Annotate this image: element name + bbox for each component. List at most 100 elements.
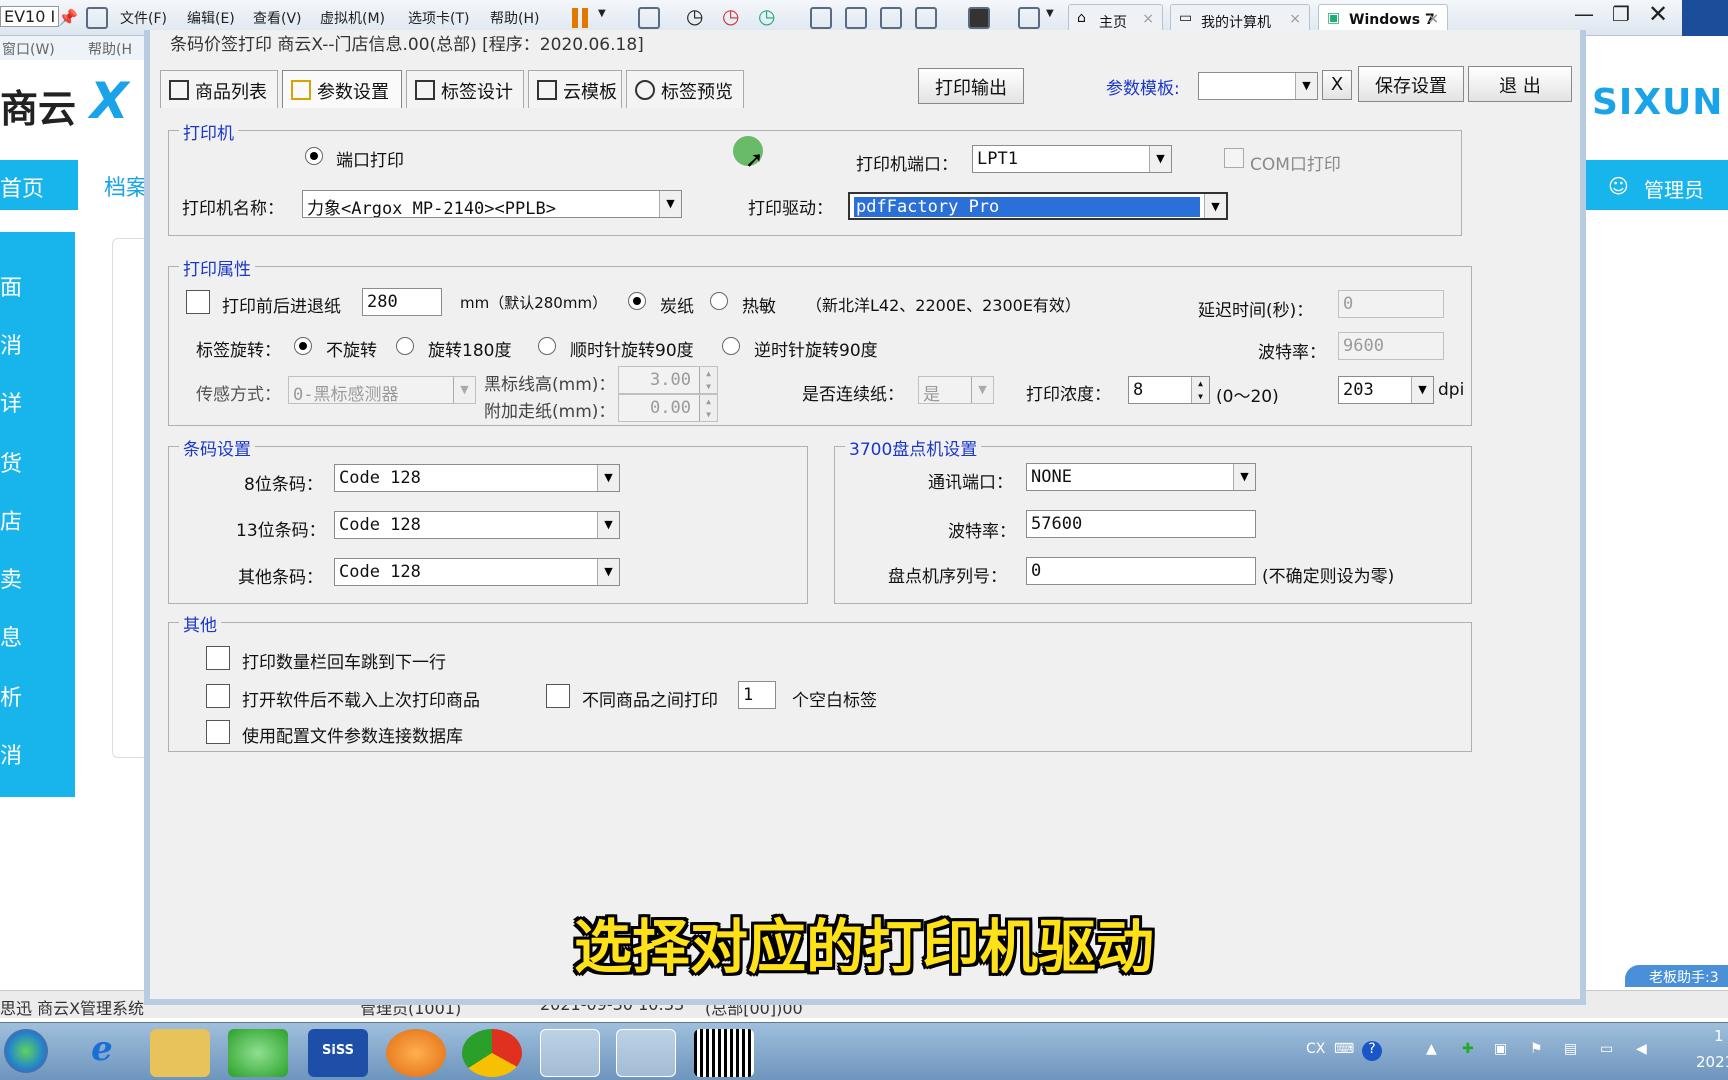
param-template-select[interactable]: ▼ (1198, 72, 1318, 100)
dpi-select[interactable]: 203 ▼ (1338, 376, 1434, 404)
chevron-down-icon[interactable]: ▼ (1411, 377, 1433, 403)
unity-icon[interactable] (915, 7, 937, 29)
sidebar-toggle-icon[interactable] (810, 7, 832, 29)
close-icon[interactable]: × (1142, 11, 1154, 27)
no-reload-checkbox[interactable] (206, 684, 230, 708)
pin-icon[interactable]: 📌 (58, 8, 78, 27)
chevron-down-icon[interactable]: ▼ (598, 8, 606, 19)
black-height-input[interactable]: 3.00 ▲ ▼ (618, 366, 718, 394)
app-orange-icon[interactable] (386, 1029, 446, 1077)
chevron-down-icon[interactable]: ▼ (971, 377, 993, 403)
print-output-button[interactable]: 打印输出 (918, 68, 1024, 104)
extra-feed-input[interactable]: 0.00 ▲ ▼ (618, 394, 718, 422)
send-keys-icon[interactable] (638, 7, 660, 29)
bg-side-item[interactable]: 详 (0, 386, 22, 418)
chevron-down-icon[interactable]: ▼ (1046, 8, 1054, 19)
spin-arrows-icon[interactable]: ▲ ▼ (1191, 377, 1209, 403)
continuous-select[interactable]: 是 ▼ (918, 376, 994, 404)
blank-label-count-input[interactable]: 1 (738, 681, 776, 709)
bg-side-item[interactable]: 卖 (0, 562, 22, 594)
bg-nav-home[interactable]: 首页 (0, 171, 44, 203)
close-icon[interactable]: × (1289, 11, 1301, 27)
bg-side-item[interactable]: 消 (0, 738, 22, 770)
menu-edit[interactable]: 编辑(E) (187, 8, 235, 28)
barcode-8-select[interactable]: Code 128 ▼ (334, 464, 620, 492)
menu-help[interactable]: 帮助(H) (490, 8, 539, 28)
chevron-down-icon[interactable]: ▼ (1204, 194, 1226, 218)
clear-template-button[interactable]: X (1322, 70, 1352, 100)
vm-window-icon[interactable] (86, 7, 108, 29)
vm-corner-button[interactable] (1682, 0, 1728, 36)
menu-file[interactable]: 文件(F) (120, 8, 167, 28)
plus-icon[interactable]: ✚ (1462, 1041, 1474, 1057)
bg-side-item[interactable]: 息 (0, 620, 22, 652)
revert-snapshot-icon[interactable]: ◷ (722, 4, 739, 28)
snapshot-icon[interactable]: ◷ (686, 4, 703, 28)
enter-next-row-checkbox[interactable] (206, 646, 230, 670)
delay-input[interactable]: 0 (1338, 290, 1444, 318)
spin-arrows-icon[interactable]: ▲ ▼ (699, 367, 717, 393)
menu-vm[interactable]: 虚拟机(M) (320, 8, 385, 28)
exit-button[interactable]: 退 出 (1468, 66, 1572, 102)
chevron-up-icon[interactable]: ▲ (1426, 1041, 1437, 1057)
stretch-icon[interactable] (1018, 7, 1040, 29)
printer-port-select[interactable]: LPT1 ▼ (972, 145, 1172, 173)
minimize-icon[interactable]: — (1574, 2, 1594, 26)
barcode-other-select[interactable]: Code 128 ▼ (334, 558, 620, 586)
tab-label-design[interactable]: 标签设计 (406, 70, 524, 108)
close-icon[interactable]: ✕ (1648, 0, 1668, 28)
flag-icon[interactable]: ⚑ (1530, 1041, 1543, 1057)
chevron-down-icon[interactable]: ▼ (1149, 146, 1171, 172)
spin-arrows-icon[interactable]: ▲ ▼ (699, 395, 717, 421)
port-print-radio[interactable] (305, 147, 323, 165)
chevron-down-icon[interactable]: ▼ (597, 559, 619, 585)
barcode-app-icon[interactable] (694, 1029, 754, 1077)
bg-admin-label[interactable]: 管理员 (1644, 174, 1704, 203)
chevron-down-icon[interactable]: ▼ (659, 191, 681, 217)
scanner-baud-input[interactable]: 57600 (1026, 510, 1256, 538)
bg-nav-tab[interactable]: 档案 (78, 160, 150, 210)
pause-icon[interactable] (572, 8, 578, 28)
chrome-icon[interactable] (462, 1029, 522, 1077)
baud-input[interactable]: 9600 (1338, 332, 1444, 360)
tab-product-list[interactable]: 商品列表 (160, 70, 278, 108)
tab-cloud-template[interactable]: 云模板 (528, 70, 622, 108)
bg-menu-help[interactable]: 帮助(H (88, 39, 132, 59)
tray-card-icon[interactable]: ▤ (1564, 1041, 1577, 1057)
density-input[interactable]: 8 ▲ ▼ (1128, 376, 1210, 404)
menu-view[interactable]: 查看(V) (253, 8, 302, 28)
chevron-down-icon[interactable]: ▼ (453, 377, 475, 403)
rotate-cw90-radio[interactable] (538, 337, 556, 355)
thermal-radio[interactable] (710, 292, 728, 310)
save-settings-button[interactable]: 保存设置 (1358, 66, 1464, 102)
network-icon[interactable]: ▭ (1600, 1041, 1613, 1057)
scanner-port-select[interactable]: NONE ▼ (1026, 463, 1256, 491)
rotate-180-radio[interactable] (396, 337, 414, 355)
clock-date[interactable]: 2021 (1696, 1053, 1728, 1071)
close-icon[interactable]: × (1427, 11, 1439, 27)
menu-tabs[interactable]: 选项卡(T) (408, 8, 469, 28)
notepad-icon[interactable] (540, 1029, 600, 1077)
tab-label-preview[interactable]: 标签预览 (626, 70, 744, 108)
feed-checkbox[interactable] (186, 290, 210, 314)
siss-icon[interactable]: SiSS (308, 1029, 368, 1077)
bg-side-item[interactable]: 面 (0, 270, 22, 302)
app-green-icon[interactable] (228, 1029, 288, 1077)
keyboard-icon[interactable]: ⌨ (1334, 1041, 1354, 1057)
folder-icon[interactable] (150, 1029, 210, 1077)
rotate-ccw90-radio[interactable] (722, 337, 740, 355)
bg-side-item[interactable]: 消 (0, 328, 22, 360)
scanner-serial-input[interactable]: 0 (1026, 557, 1256, 585)
bg-side-item[interactable]: 货 (0, 446, 22, 478)
barcode-13-select[interactable]: Code 128 ▼ (334, 511, 620, 539)
blank-label-checkbox[interactable] (546, 684, 570, 708)
ime-indicator[interactable]: CX (1306, 1041, 1325, 1057)
fullscreen-icon[interactable] (880, 7, 902, 29)
printer-driver-select[interactable]: pdfFactory Pro ▼ (848, 192, 1228, 220)
clock-time[interactable]: 1 (1714, 1027, 1724, 1045)
sixun-app-icon[interactable] (616, 1029, 676, 1077)
com-print-checkbox[interactable] (1224, 148, 1244, 168)
bg-side-item[interactable]: 店 (0, 504, 22, 536)
bg-side-item[interactable]: 析 (0, 680, 22, 712)
config-db-checkbox[interactable] (206, 720, 230, 744)
